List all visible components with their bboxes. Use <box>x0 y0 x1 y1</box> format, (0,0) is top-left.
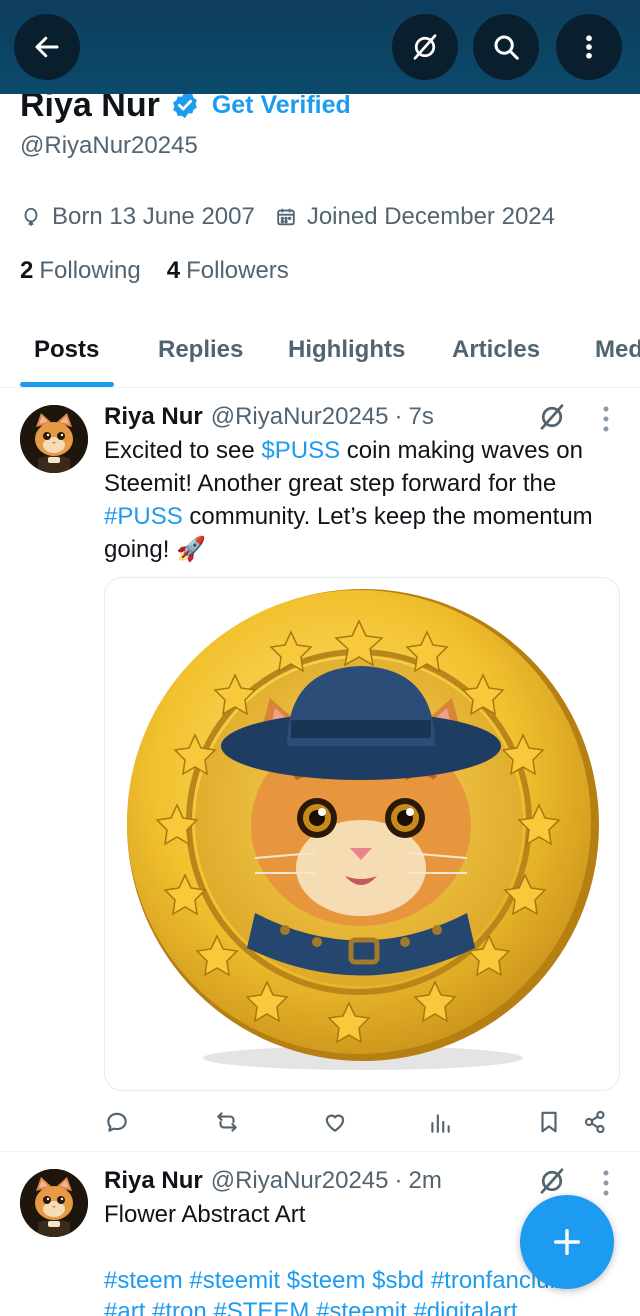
analytics-icon[interactable] <box>427 1108 453 1136</box>
following-link[interactable]: 2 Following <box>20 257 141 285</box>
more-vertical-icon[interactable] <box>603 406 609 432</box>
post-author-handle[interactable]: @RiyaNur20245 <box>211 1167 389 1195</box>
birthday-text: Born 13 June 2007 <box>52 203 255 230</box>
avatar[interactable] <box>20 405 88 473</box>
more-vertical-icon <box>586 35 592 59</box>
joined-text: Joined December 2024 <box>306 203 555 230</box>
post-timestamp[interactable]: 2m <box>409 1167 442 1195</box>
grok-icon[interactable] <box>537 1166 567 1196</box>
birthday-info: Born 13 June 2007 <box>20 203 255 231</box>
following-count: 2 <box>20 257 34 284</box>
get-verified-link[interactable]: Get Verified <box>212 91 351 120</box>
grok-icon <box>413 34 437 60</box>
profile-meta: Born 13 June 2007 Joined December 2024 <box>20 203 575 231</box>
hashtag-link[interactable]: #PUSS <box>104 503 183 530</box>
grok-button[interactable] <box>392 14 458 80</box>
balloon-icon <box>24 207 38 226</box>
tab-articles[interactable]: Articles <box>452 336 540 364</box>
tab-highlights[interactable]: Highlights <box>288 336 405 364</box>
more-vertical-icon[interactable] <box>603 1170 609 1196</box>
post-separator: · <box>394 1167 403 1194</box>
followers-link[interactable]: 4 Followers <box>167 257 289 285</box>
cat-avatar-image <box>20 1169 88 1237</box>
tab-replies[interactable]: Replies <box>158 336 243 364</box>
search-icon <box>494 35 519 60</box>
cat-avatar-image <box>20 405 88 473</box>
avatar[interactable] <box>20 1169 88 1237</box>
calendar-icon <box>277 208 295 226</box>
following-label: Following <box>39 257 141 284</box>
profile-tabs: Posts Replies Highlights Articles Med <box>0 318 640 388</box>
follow-stats: 2 Following 4 Followers <box>20 257 315 285</box>
rocket-emoji: 🚀 <box>176 536 206 563</box>
post-text: Excited to see $PUSS coin making waves o… <box>104 434 624 566</box>
post-media-card[interactable] <box>104 577 620 1091</box>
arrow-left-icon <box>35 36 59 58</box>
followers-label: Followers <box>186 257 289 284</box>
heart-icon[interactable] <box>322 1108 348 1136</box>
compose-button[interactable] <box>520 1195 614 1289</box>
tab-media[interactable]: Med <box>595 336 640 364</box>
search-button[interactable] <box>473 14 539 80</box>
grok-icon[interactable] <box>537 402 567 432</box>
post-text-part: Excited to see <box>104 437 262 464</box>
puss-coin-image <box>127 589 599 1070</box>
post-actions <box>104 1108 620 1138</box>
verified-badge-icon[interactable] <box>170 90 200 120</box>
bookmark-icon[interactable] <box>536 1108 562 1136</box>
tab-posts[interactable]: Posts <box>34 336 99 364</box>
followers-count: 4 <box>166 257 181 284</box>
share-icon[interactable] <box>582 1108 608 1136</box>
active-tab-indicator <box>20 382 114 387</box>
post-separator: · <box>394 403 403 430</box>
post-header: Riya Nur @RiyaNur20245 · 2m <box>104 1167 442 1195</box>
post-header: Riya Nur @RiyaNur20245 · 7s <box>104 403 434 431</box>
profile-header-bar <box>0 0 640 94</box>
post-author-name[interactable]: Riya Nur <box>104 1167 203 1195</box>
back-button[interactable] <box>14 14 80 80</box>
retweet-icon[interactable] <box>214 1108 240 1136</box>
profile-handle: @RiyaNur20245 <box>20 132 198 159</box>
plus-icon <box>553 1228 581 1256</box>
cashtag-link[interactable]: $PUSS <box>261 437 340 464</box>
more-options-button[interactable] <box>556 14 622 80</box>
hashtag-line[interactable]: #art #tron #STEEM #steemit #digitalart <box>104 1295 624 1316</box>
post-author-handle[interactable]: @RiyaNur20245 <box>211 403 389 431</box>
reply-icon[interactable] <box>104 1108 130 1136</box>
post-timestamp[interactable]: 7s <box>409 403 434 431</box>
post-author-name[interactable]: Riya Nur <box>104 403 203 431</box>
joined-info: Joined December 2024 <box>275 203 555 231</box>
